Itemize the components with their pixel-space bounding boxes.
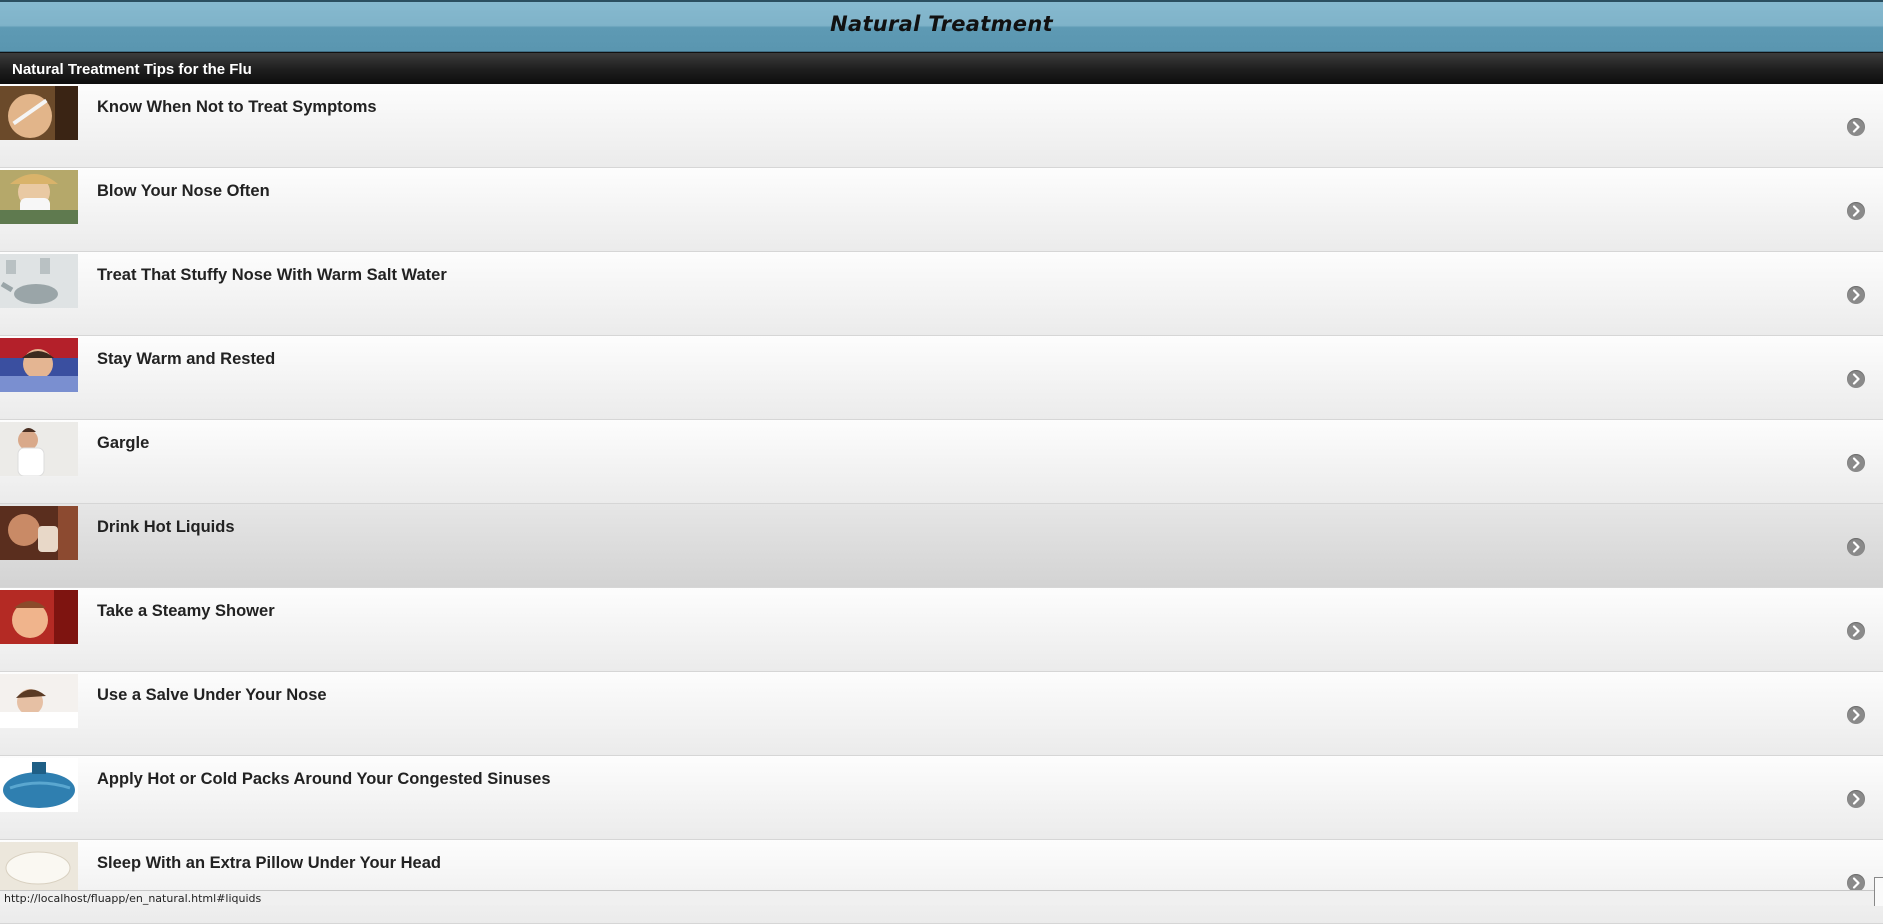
list-item-label: Blow Your Nose Often [97,182,270,200]
list-item-label: Know When Not to Treat Symptoms [97,98,377,116]
hot-drink-photo [0,506,78,560]
list-item-gargle[interactable]: Gargle [0,420,1883,504]
page-title: Natural Treatment [830,12,1053,36]
chevron-right-circle-icon [1847,370,1865,388]
ice-pack-photo [0,758,78,812]
section-divider: Natural Treatment Tips for the Flu [0,52,1883,85]
browser-status-bar: http://localhost/fluapp/en_natural.html#… [0,890,1883,905]
sleeping-person-photo [0,674,78,728]
chevron-right-circle-icon [1847,706,1865,724]
tips-list: Know When Not to Treat Symptoms Blow You… [0,84,1883,924]
chevron-right-circle-icon [1847,286,1865,304]
list-item-hot-cold-packs[interactable]: Apply Hot or Cold Packs Around Your Cong… [0,756,1883,840]
list-item-warm-salt-water[interactable]: Treat That Stuffy Nose With Warm Salt Wa… [0,252,1883,336]
list-item-label: Stay Warm and Rested [97,350,276,368]
list-item-steamy-shower[interactable]: Take a Steamy Shower [0,588,1883,672]
neti-pot-photo [0,254,78,308]
list-item-label: Take a Steamy Shower [97,602,275,620]
list-item-stay-warm-rested[interactable]: Stay Warm and Rested [0,336,1883,420]
status-url: http://localhost/fluapp/en_natural.html#… [4,892,262,905]
chevron-right-circle-icon [1847,622,1865,640]
chevron-right-circle-icon [1847,790,1865,808]
chevron-right-circle-icon [1847,118,1865,136]
pillow-photo [0,842,78,896]
chevron-right-circle-icon [1847,202,1865,220]
list-item-label: Apply Hot or Cold Packs Around Your Cong… [97,770,551,788]
list-item-know-when-not-to-treat[interactable]: Know When Not to Treat Symptoms [0,84,1883,168]
resting-person-photo [0,338,78,392]
tissue-photo [0,170,78,224]
list-item-label: Gargle [97,434,150,452]
shower-photo [0,590,78,644]
chevron-right-circle-icon [1847,454,1865,472]
list-item-blow-your-nose[interactable]: Blow Your Nose Often [0,168,1883,252]
list-item-label: Treat That Stuffy Nose With Warm Salt Wa… [97,266,447,284]
list-item-salve-under-nose[interactable]: Use a Salve Under Your Nose [0,672,1883,756]
section-title: Natural Treatment Tips for the Flu [12,61,252,78]
list-item-label: Sleep With an Extra Pillow Under Your He… [97,854,441,872]
list-item-extra-pillow[interactable]: Sleep With an Extra Pillow Under Your He… [0,840,1883,924]
list-item-label: Use a Salve Under Your Nose [97,686,327,704]
list-item-label: Drink Hot Liquids [97,518,235,536]
app-header: Natural Treatment [0,0,1883,52]
list-item-drink-hot-liquids[interactable]: Drink Hot Liquids [0,504,1883,588]
thermometer-photo [0,86,78,140]
scrollbar-edge[interactable] [1874,877,1883,906]
gargling-photo [0,422,78,476]
chevron-right-circle-icon [1847,538,1865,556]
